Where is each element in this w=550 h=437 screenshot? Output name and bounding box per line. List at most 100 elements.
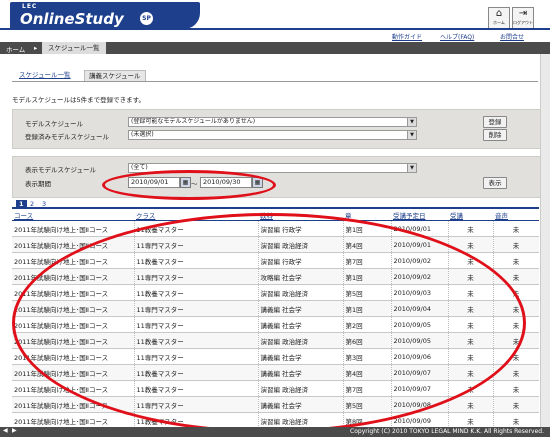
register-button[interactable]: 登録 xyxy=(483,116,507,128)
home-button[interactable]: ⌂ ホーム xyxy=(488,7,510,29)
cell-chapter: 第2回 xyxy=(343,316,392,333)
cell-audio: 未 xyxy=(493,332,539,349)
cell-class: 11教養マスター xyxy=(134,380,259,397)
date-to-input[interactable]: 2010/09/30 xyxy=(200,177,252,188)
help-faq-link[interactable]: ヘルプ(FAQ) xyxy=(440,32,474,41)
column-header-course[interactable]: コース xyxy=(12,207,134,221)
schedule-table-container: コース クラス 教科 章 受講予定日 受講 音声 2011年試験向け地上･国Ⅱコ… xyxy=(12,207,539,426)
cell-audio: 未 xyxy=(493,220,539,237)
cell-scheduled-date: 2010/09/04 xyxy=(391,300,449,317)
cell-scheduled-date: 2010/09/08 xyxy=(391,396,449,413)
table-row: 2011年試験向け地上･国Ⅱコース 11専門マスター 講義編 社会学 第1回 2010/… xyxy=(12,300,539,317)
cell-chapter: 第5回 xyxy=(343,284,392,301)
cell-subject: 演習編 行政学 xyxy=(258,252,344,269)
column-header-attended[interactable]: 受講 xyxy=(448,207,493,221)
guide-link[interactable]: 動作ガイド xyxy=(392,32,422,41)
cell-subject: 講義編 社会学 xyxy=(258,316,344,333)
cell-chapter: 第1回 xyxy=(343,268,392,285)
cell-audio: 未 xyxy=(493,380,539,397)
breadcrumb: ホーム ▸ スケジュール一覧 xyxy=(0,42,550,54)
cell-attended: 未 xyxy=(448,252,494,269)
cell-audio: 未 xyxy=(493,364,539,381)
column-header-chapter[interactable]: 章 xyxy=(343,207,391,221)
cell-subject: 演習編 政治経済 xyxy=(258,284,344,301)
column-header-subject[interactable]: 教科 xyxy=(258,207,343,221)
scroll-right-icon[interactable]: ▶ xyxy=(12,427,17,434)
column-header-audio[interactable]: 音声 xyxy=(493,207,539,221)
column-header-scheduled-date[interactable]: 受講予定日 xyxy=(391,207,448,221)
date-from-input[interactable]: 2010/09/01 xyxy=(128,177,180,188)
cell-chapter: 第4回 xyxy=(343,236,392,253)
table-row: 2011年試験向け地上･国Ⅱコース 11専門マスター 講義編 社会学 第5回 2010/… xyxy=(12,396,539,413)
lec-online-study-logo[interactable]: LEC OnlineStudy SP xyxy=(10,2,200,29)
cell-class: 11専門マスター xyxy=(134,300,259,317)
show-button[interactable]: 表示 xyxy=(483,177,507,189)
cell-course: 2011年試験向け地上･国Ⅱコース xyxy=(12,236,135,253)
cell-subject: 演習編 政治経済 xyxy=(258,332,344,349)
breadcrumb-arrow-icon: ▸ xyxy=(34,44,38,52)
cell-attended: 未 xyxy=(448,364,494,381)
home-icon: ⌂ xyxy=(495,8,503,19)
cell-subject: 講義編 社会学 xyxy=(258,364,344,381)
cell-audio: 未 xyxy=(493,236,539,253)
table-row: 2011年試験向け地上･国Ⅱコース 11教養マスター 演習編 政治経済 第7回 2010… xyxy=(12,380,539,397)
table-row: 2011年試験向け地上･国Ⅱコース 11専門マスター 攻略編 社会学 第1回 2010/… xyxy=(12,268,539,285)
cell-course: 2011年試験向け地上･国Ⅱコース xyxy=(12,412,135,426)
cell-course: 2011年試験向け地上･国Ⅱコース xyxy=(12,300,135,317)
column-header-class[interactable]: クラス xyxy=(134,207,258,221)
cell-audio: 未 xyxy=(493,412,539,426)
cell-chapter: 第8回 xyxy=(343,412,392,426)
cell-scheduled-date: 2010/09/01 xyxy=(391,220,449,237)
cell-audio: 未 xyxy=(493,348,539,365)
cell-class: 11教養マスター xyxy=(134,220,259,237)
cell-class: 11専門マスター xyxy=(134,268,259,285)
table-row: 2011年試験向け地上･国Ⅱコース 11教養マスター 講義編 社会学 第4回 2010/… xyxy=(12,364,539,381)
breadcrumb-home[interactable]: ホーム xyxy=(6,44,25,54)
cell-attended: 未 xyxy=(448,396,494,413)
cell-scheduled-date: 2010/09/07 xyxy=(391,364,449,381)
cell-course: 2011年試験向け地上･国Ⅱコース xyxy=(12,332,135,349)
cell-chapter: 第6回 xyxy=(343,332,392,349)
cell-attended: 未 xyxy=(448,412,494,426)
cell-chapter: 第7回 xyxy=(343,380,392,397)
cell-audio: 未 xyxy=(493,284,539,301)
cell-subject: 演習編 政治経済 xyxy=(258,380,344,397)
display-model-select[interactable]: (全て) ▼ xyxy=(128,163,417,173)
cell-chapter: 第5回 xyxy=(343,396,392,413)
cell-scheduled-date: 2010/09/09 xyxy=(391,412,449,426)
chevron-down-icon: ▼ xyxy=(407,131,416,139)
model-schedule-panel: モデルスケジュール (登録可能なモデルスケジュールがありません) ▼ 登録 登録… xyxy=(12,109,541,149)
cell-attended: 未 xyxy=(448,332,494,349)
calendar-icon[interactable]: ▦ xyxy=(180,177,191,188)
logo-small-text: LEC xyxy=(22,3,38,10)
logo-badge: SP xyxy=(140,12,153,25)
cell-scheduled-date: 2010/09/05 xyxy=(391,332,449,349)
table-row: 2011年試験向け地上･国Ⅱコース 11専門マスター 講義編 社会学 第2回 2010/… xyxy=(12,316,539,333)
tab-schedule-list[interactable]: スケジュール一覧 xyxy=(15,70,75,81)
date-separator: ～ xyxy=(191,180,198,188)
table-row: 2011年試験向け地上･国Ⅱコース 11教養マスター 演習編 政治経済 第8回 2010… xyxy=(12,412,539,426)
display-model-label: 表示モデルスケジュール xyxy=(25,166,97,174)
cell-audio: 未 xyxy=(493,300,539,317)
cell-attended: 未 xyxy=(448,268,494,285)
cell-subject: 演習編 政治経済 xyxy=(258,236,344,253)
cell-scheduled-date: 2010/09/06 xyxy=(391,348,449,365)
breadcrumb-current: スケジュール一覧 xyxy=(42,42,106,54)
cell-course: 2011年試験向け地上･国Ⅱコース xyxy=(12,268,135,285)
contact-link[interactable]: お問合せ xyxy=(500,32,524,41)
cell-class: 11専門マスター xyxy=(134,348,259,365)
delete-button[interactable]: 削除 xyxy=(483,129,507,141)
logout-button[interactable]: ⇥ ログアウト xyxy=(512,7,534,29)
cell-class: 11教養マスター xyxy=(134,284,259,301)
cell-scheduled-date: 2010/09/02 xyxy=(391,268,449,285)
table-row: 2011年試験向け地上･国Ⅱコース 11教養マスター 演習編 政治経済 第6回 2010… xyxy=(12,332,539,349)
vertical-scrollbar[interactable] xyxy=(540,54,550,427)
scroll-left-icon[interactable]: ◀ xyxy=(3,427,8,434)
calendar-icon[interactable]: ▦ xyxy=(252,177,263,188)
cell-attended: 未 xyxy=(448,284,494,301)
cell-course: 2011年試験向け地上･国Ⅱコース xyxy=(12,252,135,269)
model-schedule-select[interactable]: (登録可能なモデルスケジュールがありません) ▼ xyxy=(128,117,417,127)
cell-class: 11専門マスター xyxy=(134,396,259,413)
registered-model-select[interactable]: (未選択) ▼ xyxy=(128,130,417,140)
cell-attended: 未 xyxy=(448,220,494,237)
